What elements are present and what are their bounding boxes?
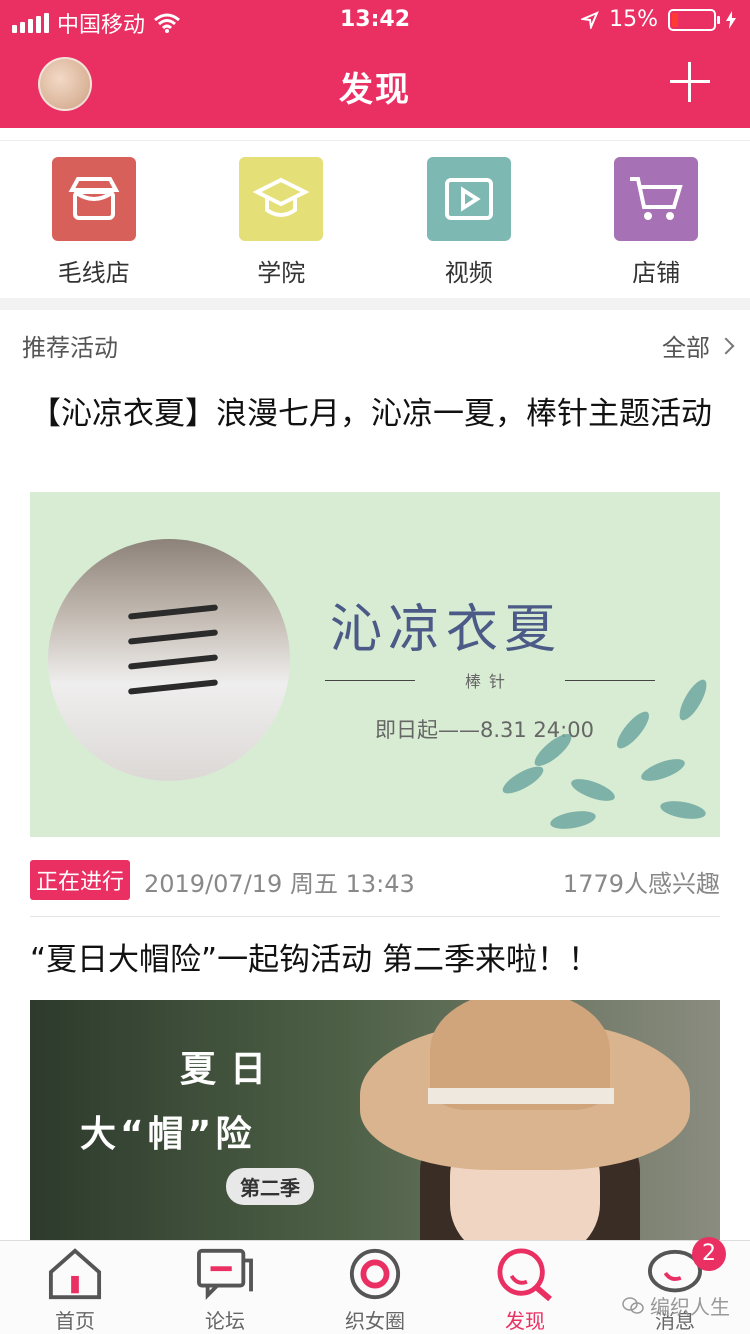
see-all-link[interactable]: 全部 — [662, 328, 735, 363]
header: 中国移动 13:42 15% 发现 — [0, 0, 750, 128]
tab-discover[interactable]: 发现 — [450, 1241, 600, 1334]
banner-headline-line2: 大“帽”险 — [80, 1114, 256, 1155]
quick-entry-store[interactable]: 店铺 — [563, 141, 750, 298]
activity-date: 2019/07/19 周五 13:43 — [144, 870, 415, 898]
quick-entry-video[interactable]: 视频 — [375, 141, 563, 298]
quick-entry-label: 视频 — [444, 259, 493, 287]
watermark-text: 编织人生 — [650, 1295, 730, 1319]
shop-icon — [51, 157, 136, 241]
battery-fill — [672, 12, 678, 27]
section-header: 推荐活动 全部 — [0, 310, 750, 374]
quick-entry-label: 店铺 — [632, 259, 681, 287]
tab-circle[interactable]: 织女圈 — [300, 1241, 450, 1334]
banner-photo — [48, 539, 290, 781]
cart-icon — [614, 157, 699, 241]
quick-entries: 毛线店 学院 视频 店铺 — [0, 140, 750, 298]
activity-title[interactable]: “夏日大帽险”一起钩活动 第二季来啦！！ — [30, 940, 720, 980]
banner-sub: 棒针 — [465, 672, 514, 691]
charging-icon — [726, 10, 736, 29]
add-button[interactable] — [670, 62, 710, 102]
status-right: 15% — [581, 7, 736, 32]
section-title: 推荐活动 — [22, 334, 118, 362]
tab-home[interactable]: 首页 — [0, 1241, 150, 1334]
quick-entry-label: 学院 — [257, 259, 306, 287]
activity-banner[interactable]: 夏日 大“帽”险 第二季 — [30, 1000, 720, 1240]
discover-icon — [497, 1248, 552, 1301]
banner-photo-hat-band — [428, 1088, 614, 1104]
activity-meta: 正在进行 2019/07/19 周五 13:43 1779人感兴趣 — [30, 856, 720, 900]
graduation-cap-icon — [239, 157, 324, 241]
battery-icon — [668, 8, 720, 31]
battery-percent: 15% — [609, 7, 658, 32]
message-badge: 2 — [692, 1237, 726, 1271]
tab-messages[interactable]: 消息 2 — [600, 1237, 750, 1334]
banner-rule-right — [565, 680, 655, 681]
tab-label: 织女圈 — [345, 1309, 405, 1333]
page-title: 发现 — [339, 70, 411, 110]
banner-headline: 沁凉衣夏 — [330, 600, 563, 660]
watermark: 编织人生 — [622, 1291, 730, 1320]
see-all-label: 全部 — [662, 334, 710, 362]
video-play-icon — [426, 157, 511, 241]
divider — [30, 916, 720, 917]
quick-entry-yarn-shop[interactable]: 毛线店 — [0, 141, 188, 298]
tab-label: 论坛 — [205, 1309, 245, 1333]
location-arrow-icon — [581, 10, 599, 29]
section-divider — [0, 298, 750, 310]
activity-title[interactable]: 【沁凉衣夏】浪漫七月，沁凉一夏，棒针主题活动 — [30, 394, 720, 434]
season-pill: 第二季 — [226, 1168, 314, 1205]
tab-label: 首页 — [55, 1309, 95, 1333]
activity-banner[interactable]: 沁凉衣夏 棒针 即日起——8.31 24:00 — [30, 492, 720, 837]
quick-entry-academy[interactable]: 学院 — [188, 141, 376, 298]
status-bar: 中国移动 13:42 15% — [0, 0, 750, 40]
banner-headline-line1: 夏日 — [180, 1049, 281, 1090]
circle-icon — [349, 1248, 401, 1300]
interest-count: 1779人感兴趣 — [562, 870, 720, 898]
home-icon — [48, 1248, 102, 1300]
quick-entry-label: 毛线店 — [57, 259, 130, 287]
forum-icon — [197, 1248, 253, 1300]
chevron-right-icon — [717, 337, 735, 354]
tab-forum[interactable]: 论坛 — [150, 1241, 300, 1334]
status-badge: 正在进行 — [30, 860, 131, 900]
tab-label: 发现 — [505, 1309, 545, 1333]
app-root: 中国移动 13:42 15% 发现 毛线店 学院 视频 店铺 推荐活动 全部 【… — [0, 0, 750, 1334]
nav-bar: 发现 — [0, 40, 750, 128]
tab-bar: 首页 论坛 织女圈 发现 消息 2 编织人生 — [0, 1237, 750, 1334]
wechat-icon — [622, 1296, 644, 1314]
banner-rule-left — [325, 680, 415, 681]
